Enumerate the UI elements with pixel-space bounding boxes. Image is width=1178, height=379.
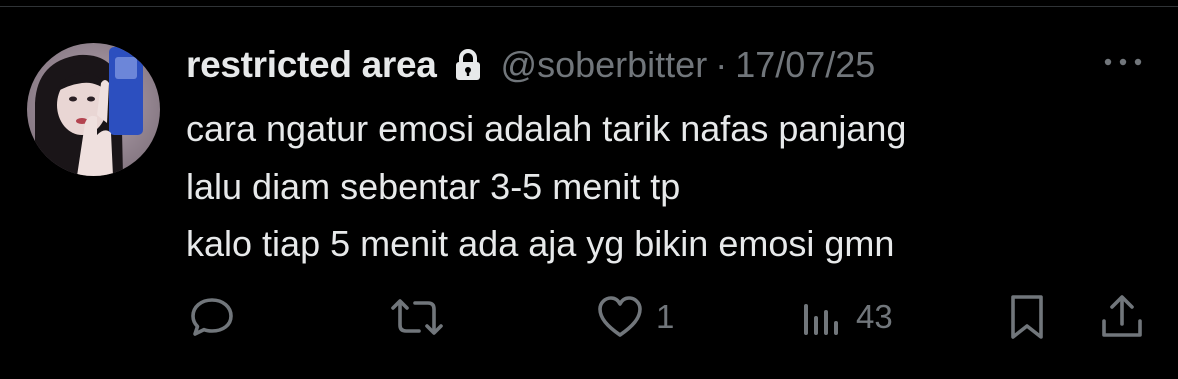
lock-icon [453,48,483,82]
reply-button[interactable] [188,292,236,342]
reply-icon [188,293,236,341]
bookmark-button[interactable] [1008,292,1046,342]
tweet-text-line: lalu diam sebentar 3-5 menit tp [186,165,681,207]
views-button[interactable]: 43 [802,292,893,342]
like-count: 1 [656,298,675,335]
like-button[interactable]: 1 [596,292,674,342]
views-count: 43 [856,298,893,335]
bookmark-icon [1008,293,1046,341]
tweet-text: cara ngatur emosi adalah tarik nafas pan… [186,100,906,273]
tweet-text-line: cara ngatur emosi adalah tarik nafas pan… [186,108,907,149]
top-divider [0,6,1178,7]
repost-button[interactable] [390,292,444,342]
author-display-name[interactable]: restricted area [186,44,437,86]
heart-icon [596,294,644,340]
share-icon [1098,293,1146,341]
tweet-header: restricted area @soberbitter · 17/07/25 [186,40,875,90]
tweet-date[interactable]: 17/07/25 [735,44,875,86]
more-horizontal-icon[interactable] [1100,52,1146,72]
views-icon [802,294,844,340]
tweet-text-line: kalo tiap 5 menit ada aja yg bikin emosi… [186,223,895,264]
avatar[interactable] [27,43,160,176]
author-handle[interactable]: @soberbitter [501,44,708,86]
separator-dot: · [715,44,728,85]
repost-icon [390,293,444,341]
share-button[interactable] [1098,292,1146,342]
